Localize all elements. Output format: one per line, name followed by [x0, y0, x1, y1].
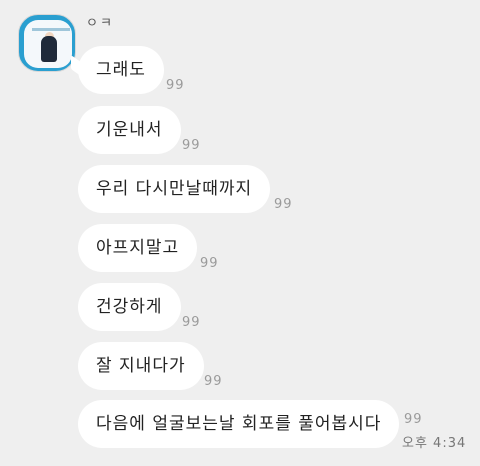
message-bubble[interactable]: 잘 지내다가 — [78, 342, 204, 390]
message-timestamp: 오후 4:34 — [402, 436, 467, 451]
message-bubble[interactable]: 우리 다시만날때까지 — [78, 165, 271, 213]
message-bubble[interactable]: 기운내서 — [78, 106, 181, 154]
message-bubble[interactable]: 아프지말고 — [78, 224, 198, 272]
unread-count: 99 — [404, 412, 423, 427]
chat-room: ㅇㅋ 그래도 99 기운내서 99 우리 다시만날때까지 99 아프지말고 99… — [0, 0, 480, 466]
message-bubble[interactable]: 건강하게 — [78, 283, 181, 331]
unread-count: 99 — [182, 138, 201, 153]
unread-count: 99 — [274, 197, 293, 212]
sender-name[interactable]: ㅇㅋ — [86, 12, 114, 31]
message-bubble[interactable]: 그래도 — [78, 46, 164, 94]
unread-count: 99 — [182, 315, 201, 330]
message-bubble[interactable]: 다음에 얼굴보는날 회포를 풀어봅시다 — [78, 400, 400, 448]
unread-count: 99 — [166, 78, 185, 93]
avatar-image — [24, 20, 72, 68]
unread-count: 99 — [200, 256, 219, 271]
unread-count: 99 — [204, 374, 223, 389]
sender-avatar[interactable] — [18, 14, 76, 72]
